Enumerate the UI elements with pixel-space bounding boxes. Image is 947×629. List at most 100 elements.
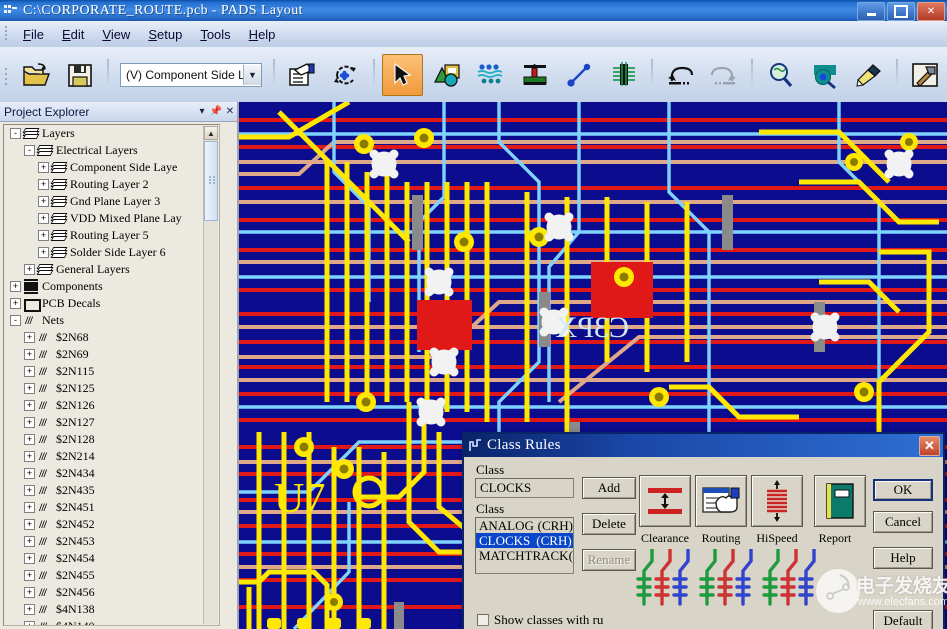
report-rule-button[interactable] (814, 475, 866, 527)
save-file-button[interactable] (60, 54, 100, 96)
expand-toggle-icon[interactable]: + (38, 247, 49, 258)
collapse-toggle-icon[interactable]: - (10, 315, 21, 326)
class-list-item[interactable]: MATCHTRACK(CRH) (476, 548, 573, 563)
hispeed-rule-button[interactable] (751, 475, 803, 527)
help-button[interactable]: Help (873, 547, 933, 569)
layer-select[interactable]: (V) Component Side L ▼ (120, 63, 262, 87)
route-line-button[interactable] (559, 54, 599, 96)
tree-item-routing-layer-5[interactable]: +Routing Layer 5 (4, 227, 219, 244)
expand-toggle-icon[interactable]: + (38, 196, 49, 207)
expand-toggle-icon[interactable]: + (24, 519, 35, 530)
class-name-input[interactable]: CLOCKS (475, 478, 574, 498)
menu-item-setup[interactable]: Setup (139, 24, 191, 45)
expand-toggle-icon[interactable]: + (24, 553, 35, 564)
expand-toggle-icon[interactable]: + (24, 502, 35, 513)
expand-toggle-icon[interactable]: + (24, 349, 35, 360)
tree-item-2n456[interactable]: +///$2N456 (4, 584, 219, 601)
tree-item-2n435[interactable]: +///$2N435 (4, 482, 219, 499)
layer-stackup-button[interactable] (515, 54, 555, 96)
routing-rule-button[interactable] (695, 475, 747, 527)
refresh-nets-button[interactable] (326, 54, 366, 96)
tree-item-general-layers[interactable]: +General Layers (4, 261, 219, 278)
menu-gripper[interactable] (2, 23, 11, 45)
minimize-button[interactable] (857, 2, 885, 21)
design-rules-button[interactable] (282, 54, 322, 96)
tree-item-2n69[interactable]: +///$2N69 (4, 346, 219, 363)
toolbar-gripper[interactable] (2, 64, 11, 86)
hammer-button[interactable] (905, 54, 945, 96)
tree-item-2n126[interactable]: +///$2N126 (4, 397, 219, 414)
expand-toggle-icon[interactable]: + (24, 536, 35, 547)
expand-toggle-icon[interactable]: + (10, 281, 21, 292)
tree-item-vdd-mixed-plane-lay[interactable]: +VDD Mixed Plane Lay (4, 210, 219, 227)
component-button[interactable] (604, 54, 644, 96)
expand-toggle-icon[interactable]: + (24, 383, 35, 394)
menu-item-tools[interactable]: Tools (191, 24, 239, 45)
delete-class-button[interactable]: Delete (582, 513, 636, 535)
redo-button[interactable] (704, 54, 744, 96)
tree-item-4n138[interactable]: +///$4N138 (4, 601, 219, 618)
ok-button[interactable]: OK (873, 479, 933, 501)
expand-toggle-icon[interactable]: + (38, 213, 49, 224)
class-list-item[interactable]: CLOCKS(CRH) (476, 533, 573, 548)
add-class-button[interactable]: Add (582, 477, 636, 499)
drafting-button[interactable] (427, 54, 467, 96)
tree-item-4n140[interactable]: +///$4N140 (4, 618, 219, 626)
tree-vertical-scrollbar[interactable]: ▲ (203, 126, 218, 624)
tree-item-solder-side-layer-6[interactable]: +Solder Side Layer 6 (4, 244, 219, 261)
tree-item-gnd-plane-layer-3[interactable]: +Gnd Plane Layer 3 (4, 193, 219, 210)
show-classes-checkbox[interactable] (477, 614, 489, 626)
tree-item-electrical-layers[interactable]: -Electrical Layers (4, 142, 219, 159)
tree-item-2n455[interactable]: +///$2N455 (4, 567, 219, 584)
tree-item-2n434[interactable]: +///$2N434 (4, 465, 219, 482)
expand-toggle-icon[interactable]: + (38, 179, 49, 190)
expand-toggle-icon[interactable]: + (10, 298, 21, 309)
tree-item-pcb-decals[interactable]: +PCB Decals (4, 295, 219, 312)
collapse-toggle-icon[interactable]: - (10, 128, 21, 139)
tree-item-2n214[interactable]: +///$2N214 (4, 448, 219, 465)
class-list-item[interactable]: ANALOG(CRH) (476, 518, 573, 533)
default-button[interactable]: Default (873, 610, 933, 629)
clearance-rule-button[interactable] (639, 475, 691, 527)
query-button[interactable] (804, 54, 844, 96)
tree-item-layers[interactable]: -Layers (4, 125, 219, 142)
expand-toggle-icon[interactable]: + (24, 417, 35, 428)
tree-item-2n128[interactable]: +///$2N128 (4, 431, 219, 448)
tree-item-2n454[interactable]: +///$2N454 (4, 550, 219, 567)
menu-item-help[interactable]: Help (240, 24, 285, 45)
tree-item-component-side-laye[interactable]: +Component Side Laye (4, 159, 219, 176)
zoom-button[interactable] (760, 54, 800, 96)
panel-close-button[interactable]: ✕ (223, 104, 237, 119)
tree-item-nets[interactable]: -///Nets (4, 312, 219, 329)
pour-manager-button[interactable] (471, 54, 511, 96)
expand-toggle-icon[interactable]: + (24, 570, 35, 581)
panel-menu-button[interactable]: ▾ (195, 104, 209, 119)
expand-toggle-icon[interactable]: + (24, 366, 35, 377)
tree-item-routing-layer-2[interactable]: +Routing Layer 2 (4, 176, 219, 193)
expand-toggle-icon[interactable]: + (24, 604, 35, 615)
class-listbox[interactable]: ANALOG(CRH)CLOCKS(CRH)MATCHTRACK(CRH) (475, 517, 574, 574)
expand-toggle-icon[interactable]: + (24, 621, 35, 626)
select-tool-button[interactable] (382, 54, 422, 96)
expand-toggle-icon[interactable]: + (24, 332, 35, 343)
panel-pin-button[interactable]: 📌 (209, 104, 223, 119)
tree-item-2n127[interactable]: +///$2N127 (4, 414, 219, 431)
tree-item-2n452[interactable]: +///$2N452 (4, 516, 219, 533)
scrollbar-thumb[interactable] (204, 141, 218, 221)
tree-item-2n68[interactable]: +///$2N68 (4, 329, 219, 346)
chevron-down-icon[interactable]: ▼ (243, 65, 261, 85)
paint-button[interactable] (849, 54, 889, 96)
maximize-button[interactable] (887, 2, 915, 21)
menu-item-view[interactable]: View (93, 24, 139, 45)
menu-item-file[interactable]: File (14, 24, 53, 45)
menu-item-edit[interactable]: Edit (53, 24, 93, 45)
expand-toggle-icon[interactable]: + (24, 264, 35, 275)
tree-item-components[interactable]: +Components (4, 278, 219, 295)
close-button[interactable]: ✕ (917, 2, 945, 21)
undo-button[interactable] (660, 54, 700, 96)
open-file-button[interactable] (16, 54, 56, 96)
dialog-close-button[interactable]: ✕ (919, 436, 940, 456)
expand-toggle-icon[interactable]: + (24, 485, 35, 496)
scroll-up-arrow-icon[interactable]: ▲ (204, 126, 218, 140)
tree-item-2n115[interactable]: +///$2N115 (4, 363, 219, 380)
